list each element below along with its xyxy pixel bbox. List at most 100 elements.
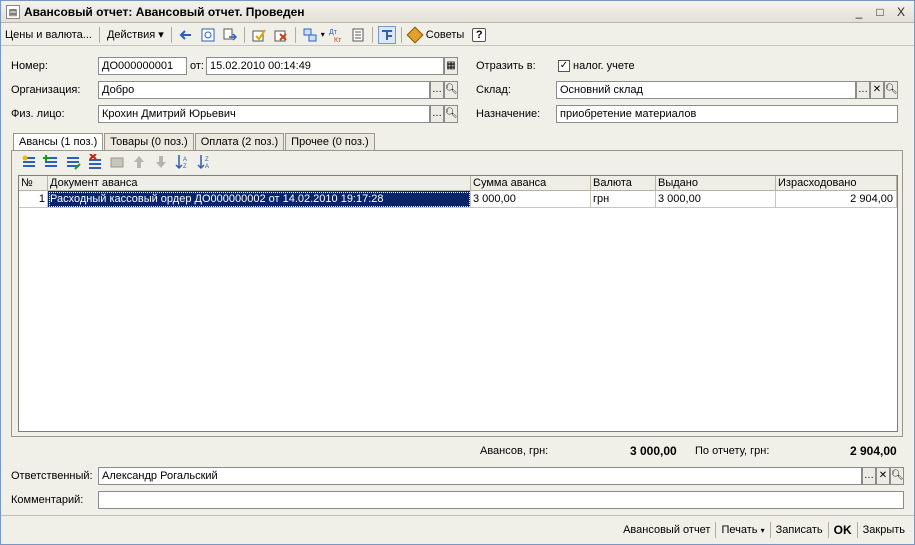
toolbar: Цены и валюта... Действия ▾ ▾ Дт Кт Совет… [1, 24, 914, 46]
date-field[interactable]: 15.02.2010 00:14:49 [206, 57, 444, 75]
dt-kt-icon[interactable]: Дт Кт [327, 26, 345, 44]
toolbar-separator [400, 26, 402, 43]
save-button[interactable]: Записать [771, 520, 828, 540]
close-form-button[interactable]: Закрыть [858, 520, 910, 540]
window-title: Авансовый отчет: Авансовый отчет. Провед… [24, 4, 305, 19]
cell-number[interactable]: 1 [19, 191, 48, 208]
tips-icon [406, 26, 424, 43]
open-search-icon[interactable]: 🔍︎ [444, 105, 458, 123]
sort-ascending-icon[interactable]: AZ [174, 153, 192, 171]
organization-label: Организация: [11, 84, 81, 96]
select-ellipsis-icon[interactable]: … [862, 467, 876, 485]
tab-payment[interactable]: Оплата (2 поз.) [194, 133, 285, 150]
delete-row-icon[interactable] [86, 153, 104, 171]
prices-currency-button[interactable]: Цены и валюта... [1, 25, 96, 45]
move-down-icon [152, 153, 170, 171]
comment-label: Комментарий: [11, 494, 84, 506]
cell-document[interactable]: Расходный кассовый ордер ДО000000002 от … [48, 191, 471, 208]
column-header-currency[interactable]: Валюта [591, 176, 656, 191]
tab-other[interactable]: Прочее (0 поз.) [285, 133, 375, 150]
move-up-icon [130, 153, 148, 171]
advances-total-label: Авансов, грн: [480, 445, 549, 457]
toolbar-separator [98, 26, 100, 43]
help-button[interactable]: ? [468, 25, 490, 45]
svg-text:Z: Z [183, 164, 187, 170]
select-ellipsis-icon[interactable]: … [430, 105, 444, 123]
cell-currency[interactable]: грн [591, 191, 656, 208]
ok-button[interactable]: OK [829, 520, 857, 540]
person-label: Физ. лицо: [11, 108, 65, 120]
calendar-icon[interactable]: ▦ [444, 57, 458, 75]
chevron-down-icon[interactable]: ▾ [321, 30, 325, 39]
chevron-down-icon: ▾ [760, 526, 765, 535]
toolbar-separator [170, 26, 172, 43]
open-search-icon[interactable]: 🔍︎ [890, 467, 904, 485]
table-toolbar: AZ ZA [20, 153, 218, 171]
column-header-issued[interactable]: Выдано [656, 176, 776, 191]
responsible-label: Ответственный: [11, 470, 93, 482]
open-search-icon[interactable]: 🔍︎ [444, 81, 458, 99]
tree-view-icon[interactable] [377, 25, 396, 44]
person-field[interactable]: Крохин Дмитрий Юрьевич [98, 105, 430, 123]
column-header-number[interactable]: № [19, 176, 48, 191]
copy-row-icon[interactable] [42, 153, 60, 171]
print-menu-button[interactable]: Печать ▾ [716, 520, 769, 540]
add-row-icon[interactable] [20, 153, 38, 171]
tips-button[interactable]: Советы [405, 25, 468, 45]
number-field[interactable]: ДО000000001 [98, 57, 187, 75]
end-edit-icon [108, 153, 126, 171]
column-header-document[interactable]: Документ аванса [48, 176, 471, 191]
column-header-amount[interactable]: Сумма аванса [471, 176, 591, 191]
report-list-icon[interactable] [349, 26, 367, 44]
refresh-docs-icon[interactable] [221, 26, 239, 44]
app-icon: ▤ [6, 4, 20, 19]
report-total-label: По отчету, грн: [695, 445, 770, 457]
purpose-field[interactable]: приобретение материалов [556, 105, 898, 123]
cell-amount[interactable]: 3 000,00 [471, 191, 591, 208]
cell-spent[interactable]: 2 904,00 [776, 191, 897, 208]
document-copy-icon[interactable] [199, 26, 217, 44]
tax-accounting-checkbox[interactable]: ✓ [558, 60, 570, 72]
tab-goods[interactable]: Товары (0 поз.) [104, 133, 194, 150]
number-label: Номер: [11, 60, 48, 72]
advances-panel: AZ ZA № Документ аванса Сумма аванса Вал… [11, 150, 903, 437]
chevron-down-icon: ▾ [158, 28, 164, 41]
warehouse-field[interactable]: Основний склад [556, 81, 856, 99]
warehouse-label: Склад: [476, 84, 511, 96]
svg-text:A: A [205, 164, 209, 170]
open-search-icon[interactable]: 🔍︎ [884, 81, 898, 99]
advances-total-value: 3 000,00 [630, 444, 677, 458]
maximize-button[interactable]: □ [872, 4, 888, 20]
clear-icon[interactable]: ✕ [870, 81, 884, 99]
responsible-field[interactable]: Александр Рогальский [98, 467, 862, 485]
structure-subordination-icon[interactable] [301, 26, 319, 44]
advance-report-print-button[interactable]: Авансовый отчет [618, 520, 715, 540]
clear-icon[interactable]: ✕ [876, 467, 890, 485]
select-ellipsis-icon[interactable]: … [856, 81, 870, 99]
tab-advances[interactable]: Авансы (1 поз.) [13, 133, 104, 151]
unpost-document-icon[interactable] [272, 26, 290, 44]
column-header-spent[interactable]: Израсходовано [776, 176, 897, 191]
tabs: Авансы (1 поз.) Товары (0 поз.) Оплата (… [13, 133, 376, 151]
reflect-label: Отразить в: [476, 60, 536, 72]
edit-row-icon[interactable] [64, 153, 82, 171]
date-label: от: [190, 60, 204, 72]
bottom-bar: Авансовый отчет Печать ▾ Записать OK Зак… [1, 515, 914, 544]
enter-on-base-icon[interactable] [177, 26, 195, 44]
cell-issued[interactable]: 3 000,00 [656, 191, 776, 208]
post-document-icon[interactable] [250, 26, 268, 44]
close-button[interactable]: X [893, 4, 909, 20]
tips-label: Советы [425, 28, 465, 41]
select-ellipsis-icon[interactable]: … [430, 81, 444, 99]
actions-menu[interactable]: Действия ▾ [103, 25, 168, 45]
purpose-label: Назначение: [476, 108, 541, 120]
toolbar-separator [294, 26, 296, 43]
minimize-button[interactable]: _ [851, 4, 867, 20]
organization-field[interactable]: Добро [98, 81, 430, 99]
print-label: Печать [721, 524, 758, 536]
help-icon: ? [472, 27, 487, 42]
report-total-value: 2 904,00 [850, 444, 897, 458]
comment-field[interactable] [98, 491, 904, 509]
sort-descending-icon[interactable]: ZA [196, 153, 214, 171]
actions-label: Действия [106, 28, 156, 41]
